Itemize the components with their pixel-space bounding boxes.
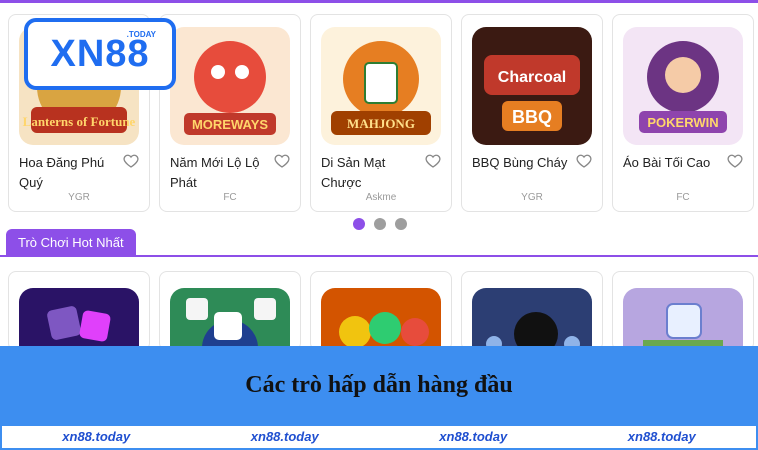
section-divider	[0, 255, 758, 257]
game-provider: Askme	[365, 192, 397, 203]
dice-table-thumbnail[interactable]	[170, 288, 290, 350]
game-card[interactable]	[612, 271, 754, 351]
game-card[interactable]	[8, 271, 150, 351]
site-logo[interactable]: XN88 .TODAY	[24, 18, 176, 90]
game-card[interactable]: Charcoal BBQ BBQ Bùng Cháy YGR	[461, 14, 603, 212]
heart-icon[interactable]	[727, 153, 743, 169]
footer-link[interactable]: xn88.today	[568, 426, 757, 448]
footer-links: xn88.today xn88.today xn88.today xn88.to…	[0, 424, 758, 450]
charcoal-bbq-thumbnail[interactable]: Charcoal BBQ	[472, 27, 592, 145]
game-title[interactable]: Năm Mới Lộ Lộ Phát	[170, 153, 278, 193]
neon-dice-thumbnail[interactable]	[19, 288, 139, 350]
game-provider: YGR	[68, 192, 90, 203]
heart-icon[interactable]	[274, 153, 290, 169]
game-card[interactable]	[159, 271, 301, 351]
section-tab-hot-games[interactable]: Trò Chơi Hot Nhất	[6, 229, 136, 256]
chinese-new-year-moreways-thumbnail[interactable]: MOREWAYS	[170, 27, 290, 145]
svg-text:Lanterns of Fortune: Lanterns of Fortune	[23, 114, 136, 129]
footer-link[interactable]: xn88.today	[191, 426, 380, 448]
footer-link[interactable]: xn88.today	[379, 426, 568, 448]
game-title[interactable]: Áo Bài Tối Cao	[623, 153, 731, 173]
heart-icon[interactable]	[576, 153, 592, 169]
dice-cash-thumbnail[interactable]	[623, 288, 743, 350]
heart-icon[interactable]	[425, 153, 441, 169]
banner-title: Các trò hấp dẫn hàng đầu	[245, 371, 513, 398]
game-card[interactable]	[310, 271, 452, 351]
game-card[interactable]: POKERWIN Áo Bài Tối Cao FC	[612, 14, 754, 212]
game-title[interactable]: BBQ Bùng Cháy	[472, 153, 580, 173]
logo-domain: .TODAY	[126, 30, 156, 39]
heart-icon[interactable]	[123, 153, 139, 169]
game-card[interactable]	[461, 271, 603, 351]
game-title[interactable]: Hoa Đăng Phú Quý	[19, 153, 127, 193]
mahjong-legacy-thumbnail[interactable]: MAHJONG	[321, 27, 441, 145]
promo-banner: Các trò hấp dẫn hàng đầu	[0, 346, 758, 424]
game-provider: FC	[676, 192, 690, 203]
svg-text:MAHJONG: MAHJONG	[347, 116, 415, 131]
svg-text:Charcoal: Charcoal	[498, 69, 566, 86]
game-card[interactable]: MAHJONG Di Sản Mạt Chược Askme	[310, 14, 452, 212]
game-provider: FC	[223, 192, 237, 203]
svg-text:POKERWIN: POKERWIN	[647, 115, 718, 130]
game-provider: YGR	[521, 192, 543, 203]
jelly-blocks-thumbnail[interactable]	[321, 288, 441, 350]
game-card[interactable]: MOREWAYS Năm Mới Lộ Lộ Phát FC	[159, 14, 301, 212]
bomb-game-thumbnail[interactable]	[472, 288, 592, 350]
top-divider	[0, 0, 758, 3]
hot-games-section-header: Trò Chơi Hot Nhất	[0, 229, 758, 257]
svg-text:BBQ: BBQ	[512, 107, 552, 127]
footer-link[interactable]: xn88.today	[2, 426, 191, 448]
game-title[interactable]: Di Sản Mạt Chược	[321, 153, 429, 193]
svg-text:MOREWAYS: MOREWAYS	[192, 117, 268, 132]
poker-win-thumbnail[interactable]: POKERWIN	[623, 27, 743, 145]
